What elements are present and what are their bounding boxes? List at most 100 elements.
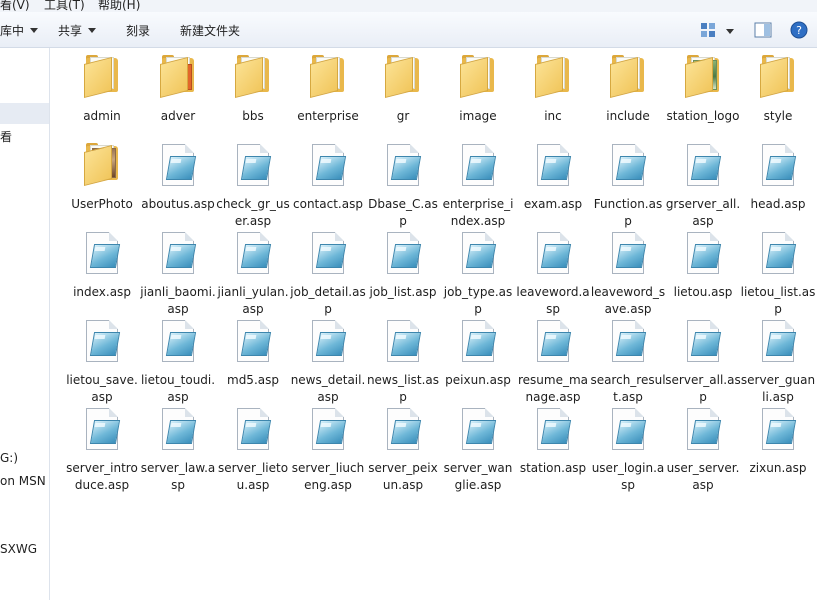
file-name-label: UserPhoto [71,197,133,211]
nav-item[interactable]: 看 [0,128,12,145]
asp-file-icon [608,142,648,188]
asp-file-icon [758,230,798,276]
file-name-label: lietou_list.asp [740,285,816,316]
file-name-label: head.asp [750,197,806,211]
folder-icon [82,142,122,188]
file-name-label: user_server.asp [666,461,740,492]
file-name-label: lietou_save.asp [66,373,138,404]
folder-icon [158,54,198,100]
file-name-label: jianli_baomi.asp [140,285,216,316]
nav-item-sxwg[interactable]: SXWG [0,542,37,556]
asp-file-icon [683,318,723,364]
folder-icon [608,54,648,100]
file-name-label: grserver_all.asp [665,197,741,228]
asp-file-icon [308,406,348,452]
file-name-label: server_lietou.asp [217,461,289,492]
svg-text:?: ? [796,24,802,37]
include-in-library-button[interactable]: 库中 [0,22,39,39]
file-name-label: index.asp [73,285,131,299]
file-name-label: Dbase_C.asp [368,197,438,228]
menu-tools[interactable]: 工具(T) [44,0,85,12]
file-name-label: exam.asp [523,197,583,211]
file-name-label: server_all.asp [665,373,741,404]
asp-file-icon [233,230,273,276]
file-name-label: station.asp [519,461,587,475]
file-name-label: server_liucheng.asp [291,461,365,492]
file-name-label: leaveword.asp [516,285,590,316]
asp-file-icon [608,230,648,276]
file-name-label: jianli_yulan.asp [217,285,289,316]
asp-file-icon [158,142,198,188]
file-name-label: server_law.asp [140,461,216,492]
file-name-label: leaveword_save.asp [590,285,666,316]
file-name-label: image [459,109,497,123]
asp-file-icon [758,406,798,452]
folder-icon [683,54,723,100]
file-list-view: admin adver bbs enterprise gr image inc include… [50,48,817,600]
asp-file-icon [533,142,573,188]
file-name-label: zixun.asp [749,461,807,475]
chevron-down-icon [30,28,39,33]
share-label: 共享 [58,24,83,38]
new-folder-button[interactable]: 新建文件夹 [180,22,240,39]
asp-file-icon [683,230,723,276]
file-name-label: server_guanli.asp [740,373,816,404]
asp-file-icon [683,142,723,188]
file-name-label: job_type.asp [443,285,513,316]
asp-file-icon [533,230,573,276]
nav-item-msn[interactable]: on MSN [0,474,46,488]
asp-file-icon [758,318,798,364]
view-options-chevron-icon[interactable] [726,29,734,34]
file-name-label: md5.asp [227,373,279,387]
asp-file-icon [383,406,423,452]
chevron-down-icon [88,28,97,33]
nav-selected-item[interactable] [0,103,49,124]
file-name-label: enterprise_index.asp [442,197,514,228]
asp-file-icon [608,406,648,452]
asp-file-icon [82,318,122,364]
file-name-label: search_result.asp [590,373,666,404]
file-name-label: resume_manage.asp [517,373,589,404]
burn-button[interactable]: 刻录 [126,22,150,39]
folder-icon [233,54,273,100]
navigation-pane: 看 G:) on MSN SXWG [0,48,50,600]
file-name-label: check_gr_user.asp [216,197,290,228]
menu-view[interactable]: 看(V) [0,0,30,12]
asp-file-icon [233,406,273,452]
asp-file-icon [308,318,348,364]
file-name-label: server_introduce.asp [66,461,138,492]
file-name-label: job_list.asp [369,285,437,299]
file-name-label: style [763,109,793,123]
asp-file-icon [683,406,723,452]
asp-file-icon [458,142,498,188]
nav-item-drive[interactable]: G:) [0,451,18,465]
asp-file-icon [82,406,122,452]
change-view-icon[interactable] [700,22,716,38]
menu-help[interactable]: 帮助(H) [98,0,140,12]
asp-file-icon [533,318,573,364]
file-name-label: user_login.asp [591,461,665,492]
file-name-label: bbs [242,109,264,123]
asp-file-icon [458,318,498,364]
file-name-label: server_wanglie.asp [443,461,513,492]
asp-file-icon [308,142,348,188]
file-name-label: server_peixun.asp [368,461,438,492]
file-name-label: gr [396,109,410,123]
file-name-label: job_detail.asp [290,285,366,316]
help-icon[interactable]: ? [790,21,808,39]
share-button[interactable]: 共享 [58,22,97,39]
folder-icon [383,54,423,100]
command-bar: 库中 共享 刻录 新建文件夹 ? [0,12,817,48]
menu-bar: 看(V) 工具(T) 帮助(H) [0,0,817,12]
file-name-label: contact.asp [293,197,363,211]
asp-file-icon [383,230,423,276]
file-name-label: include [606,109,650,123]
folder-icon [533,54,573,100]
file-name-label: inc [544,109,562,123]
asp-file-icon [383,142,423,188]
asp-file-icon [458,406,498,452]
folder-icon [308,54,348,100]
asp-file-icon [233,318,273,364]
file-name-label: admin [83,109,121,123]
preview-pane-icon[interactable] [754,22,772,38]
